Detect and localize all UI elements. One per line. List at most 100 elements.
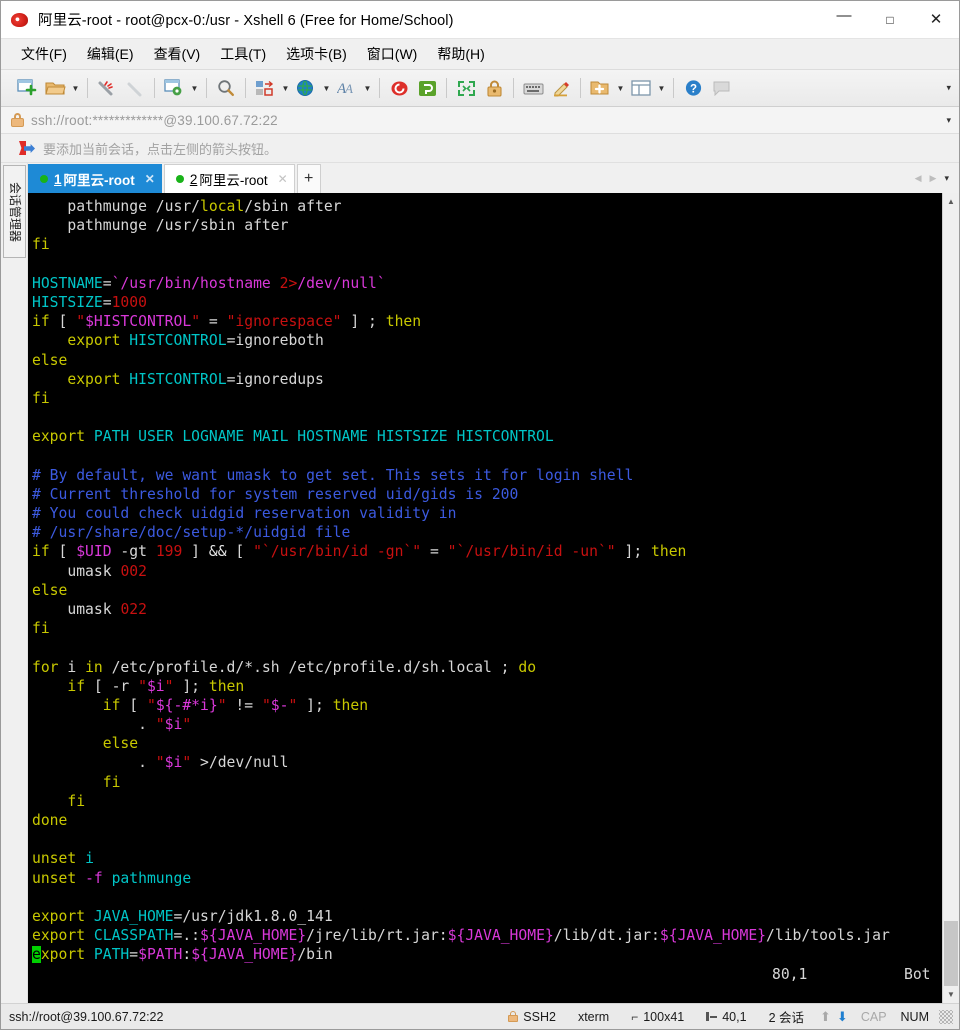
web-browser-icon[interactable] (292, 74, 320, 102)
toolbar: ▼ ▼ ▼ ▼ A A ▼ ▼ ▼ ? ▾ (1, 69, 959, 107)
font-icon[interactable]: AA (333, 74, 361, 102)
transfer-file-dropdown-caret[interactable]: ▼ (279, 74, 292, 102)
toolbar-overflow-caret[interactable]: ▾ (946, 83, 951, 94)
menu-file[interactable]: 文件(F) (11, 40, 77, 68)
layout-icon[interactable] (627, 74, 655, 102)
window-title: 阿里云-root - root@pcx-0:/usr - Xshell 6 (F… (38, 13, 454, 29)
menu-help[interactable]: 帮助(H) (427, 40, 494, 68)
svg-text:?: ? (689, 84, 696, 96)
minimize-icon: — (836, 7, 852, 24)
close-button[interactable]: ✕ (913, 1, 959, 39)
session-properties-dropdown-caret[interactable]: ▼ (188, 74, 201, 102)
layout-dropdown-caret[interactable]: ▼ (655, 74, 668, 102)
session-manager-tab[interactable]: 会话管理器 (3, 165, 26, 258)
terminal-line: unset -f pathmunge (32, 869, 942, 888)
terminal-text: JAVA_HOME (93, 907, 174, 925)
terminal-text: $- (270, 696, 289, 714)
lock-icon[interactable] (480, 74, 508, 102)
highlight-edit-icon[interactable] (547, 74, 575, 102)
tab-close-icon[interactable]: ✕ (145, 172, 155, 186)
notice-bar: 要添加当前会话，点击左侧的箭头按钮。 (1, 134, 959, 163)
tab-list-caret-icon[interactable]: ▾ (940, 173, 953, 184)
fullscreen-icon[interactable] (452, 74, 480, 102)
terminal-text: [ (226, 543, 254, 561)
toolbar-separator (154, 78, 155, 98)
address-bar[interactable]: ssh://root:*************@39.100.67.72:22… (1, 107, 959, 134)
open-folder-icon[interactable] (41, 74, 69, 102)
terminal-text: HISTCONTROL (129, 370, 227, 388)
open-folder-dropdown-caret[interactable]: ▼ (69, 74, 82, 102)
session-properties-icon[interactable] (160, 74, 188, 102)
vim-position: 80,1 (772, 965, 808, 983)
xftp-icon[interactable] (413, 74, 441, 102)
terminal-text: in (85, 658, 103, 676)
terminal-text: `/usr/bin/hostname (111, 274, 280, 292)
connected-dot-icon (40, 175, 48, 183)
terminal-text: ${JAVA_HOME} (447, 927, 554, 945)
new-tab-button[interactable]: + (296, 164, 321, 193)
minimize-button[interactable]: — (821, 1, 867, 39)
tab-label: 阿里云-root (63, 173, 135, 188)
reconnect-icon[interactable] (93, 74, 121, 102)
address-input[interactable]: ssh://root:*************@39.100.67.72:22 (31, 113, 278, 128)
tab-next-icon[interactable]: ▶ (926, 173, 941, 184)
keyboard-icon[interactable] (519, 74, 547, 102)
tab-session-2[interactable]: 2 阿里云-root ✕ (163, 164, 295, 193)
terminal-text: HISTCONTROL (129, 332, 227, 350)
cursor-position-icon (706, 1011, 718, 1022)
new-session-icon[interactable] (13, 74, 41, 102)
terminal-line: HISTSIZE=1000 (32, 293, 942, 312)
transfer-file-icon[interactable] (251, 74, 279, 102)
menu-window[interactable]: 窗口(W) (357, 40, 428, 68)
resize-grip[interactable] (939, 1009, 953, 1024)
web-browser-dropdown-caret[interactable]: ▼ (320, 74, 333, 102)
scroll-up-icon[interactable]: ▲ (943, 193, 959, 210)
xshell-logo-icon[interactable] (385, 74, 413, 102)
terminal-text: $i (164, 754, 183, 772)
terminal-text: then (385, 313, 422, 331)
help-icon[interactable]: ? (679, 74, 707, 102)
terminal-text: then (208, 677, 245, 695)
workspace: 会话管理器 1 阿里云-root ✕ 2 阿里云-root ✕ + ◀ ▶ ▾ … (1, 163, 959, 1003)
maximize-button[interactable]: □ (867, 1, 913, 39)
terminal-cursor: e (32, 946, 41, 964)
add-to-folder-icon[interactable] (586, 74, 614, 102)
terminal-text: ${JAVA_HOME} (200, 927, 307, 945)
add-to-folder-dropdown-caret[interactable]: ▼ (614, 74, 627, 102)
terminal-text: pathmunge /usr/ (32, 198, 201, 215)
toolbar-separator (580, 78, 581, 98)
terminal-scrollbar[interactable]: ▲ ▼ (942, 193, 959, 1003)
terminal-text: pathmunge /usr/sbin after (32, 217, 289, 235)
terminal-text: fi (32, 236, 50, 254)
tab-close-icon[interactable]: ✕ (278, 172, 288, 186)
chat-icon[interactable] (707, 74, 735, 102)
terminal-text: ${JAVA_HOME} (659, 927, 767, 945)
menu-tools[interactable]: 工具(T) (210, 40, 276, 68)
menu-tabs[interactable]: 选项卡(B) (276, 40, 357, 68)
terminal-screen[interactable]: pathmunge /usr/local/sbin after pathmung… (28, 193, 942, 1003)
toolbar-separator (206, 78, 207, 98)
terminal-text: fi (67, 792, 86, 810)
tab-session-1[interactable]: 1 阿里云-root ✕ (28, 164, 162, 193)
status-cursor-position: 40,1 (722, 1009, 747, 1024)
terminal-text: $HISTCONTROL (85, 313, 192, 331)
scroll-down-icon[interactable]: ▼ (943, 986, 959, 1003)
terminal-line: # By default, we want umask to get set. … (32, 466, 942, 485)
upload-arrow-icon: ⬆ (820, 1008, 831, 1024)
menu-edit[interactable]: 编辑(E) (77, 40, 144, 68)
terminal-line: fi (32, 619, 942, 638)
disconnect-icon[interactable] (121, 74, 149, 102)
terminal-line: else (32, 351, 942, 370)
font-dropdown-caret[interactable]: ▼ (361, 74, 374, 102)
tab-prev-icon[interactable]: ◀ (911, 173, 926, 184)
address-dropdown-caret[interactable]: ▾ (946, 115, 951, 126)
menu-view[interactable]: 查看(V) (144, 40, 211, 68)
terminal-line: else (32, 734, 942, 753)
find-icon[interactable] (212, 74, 240, 102)
